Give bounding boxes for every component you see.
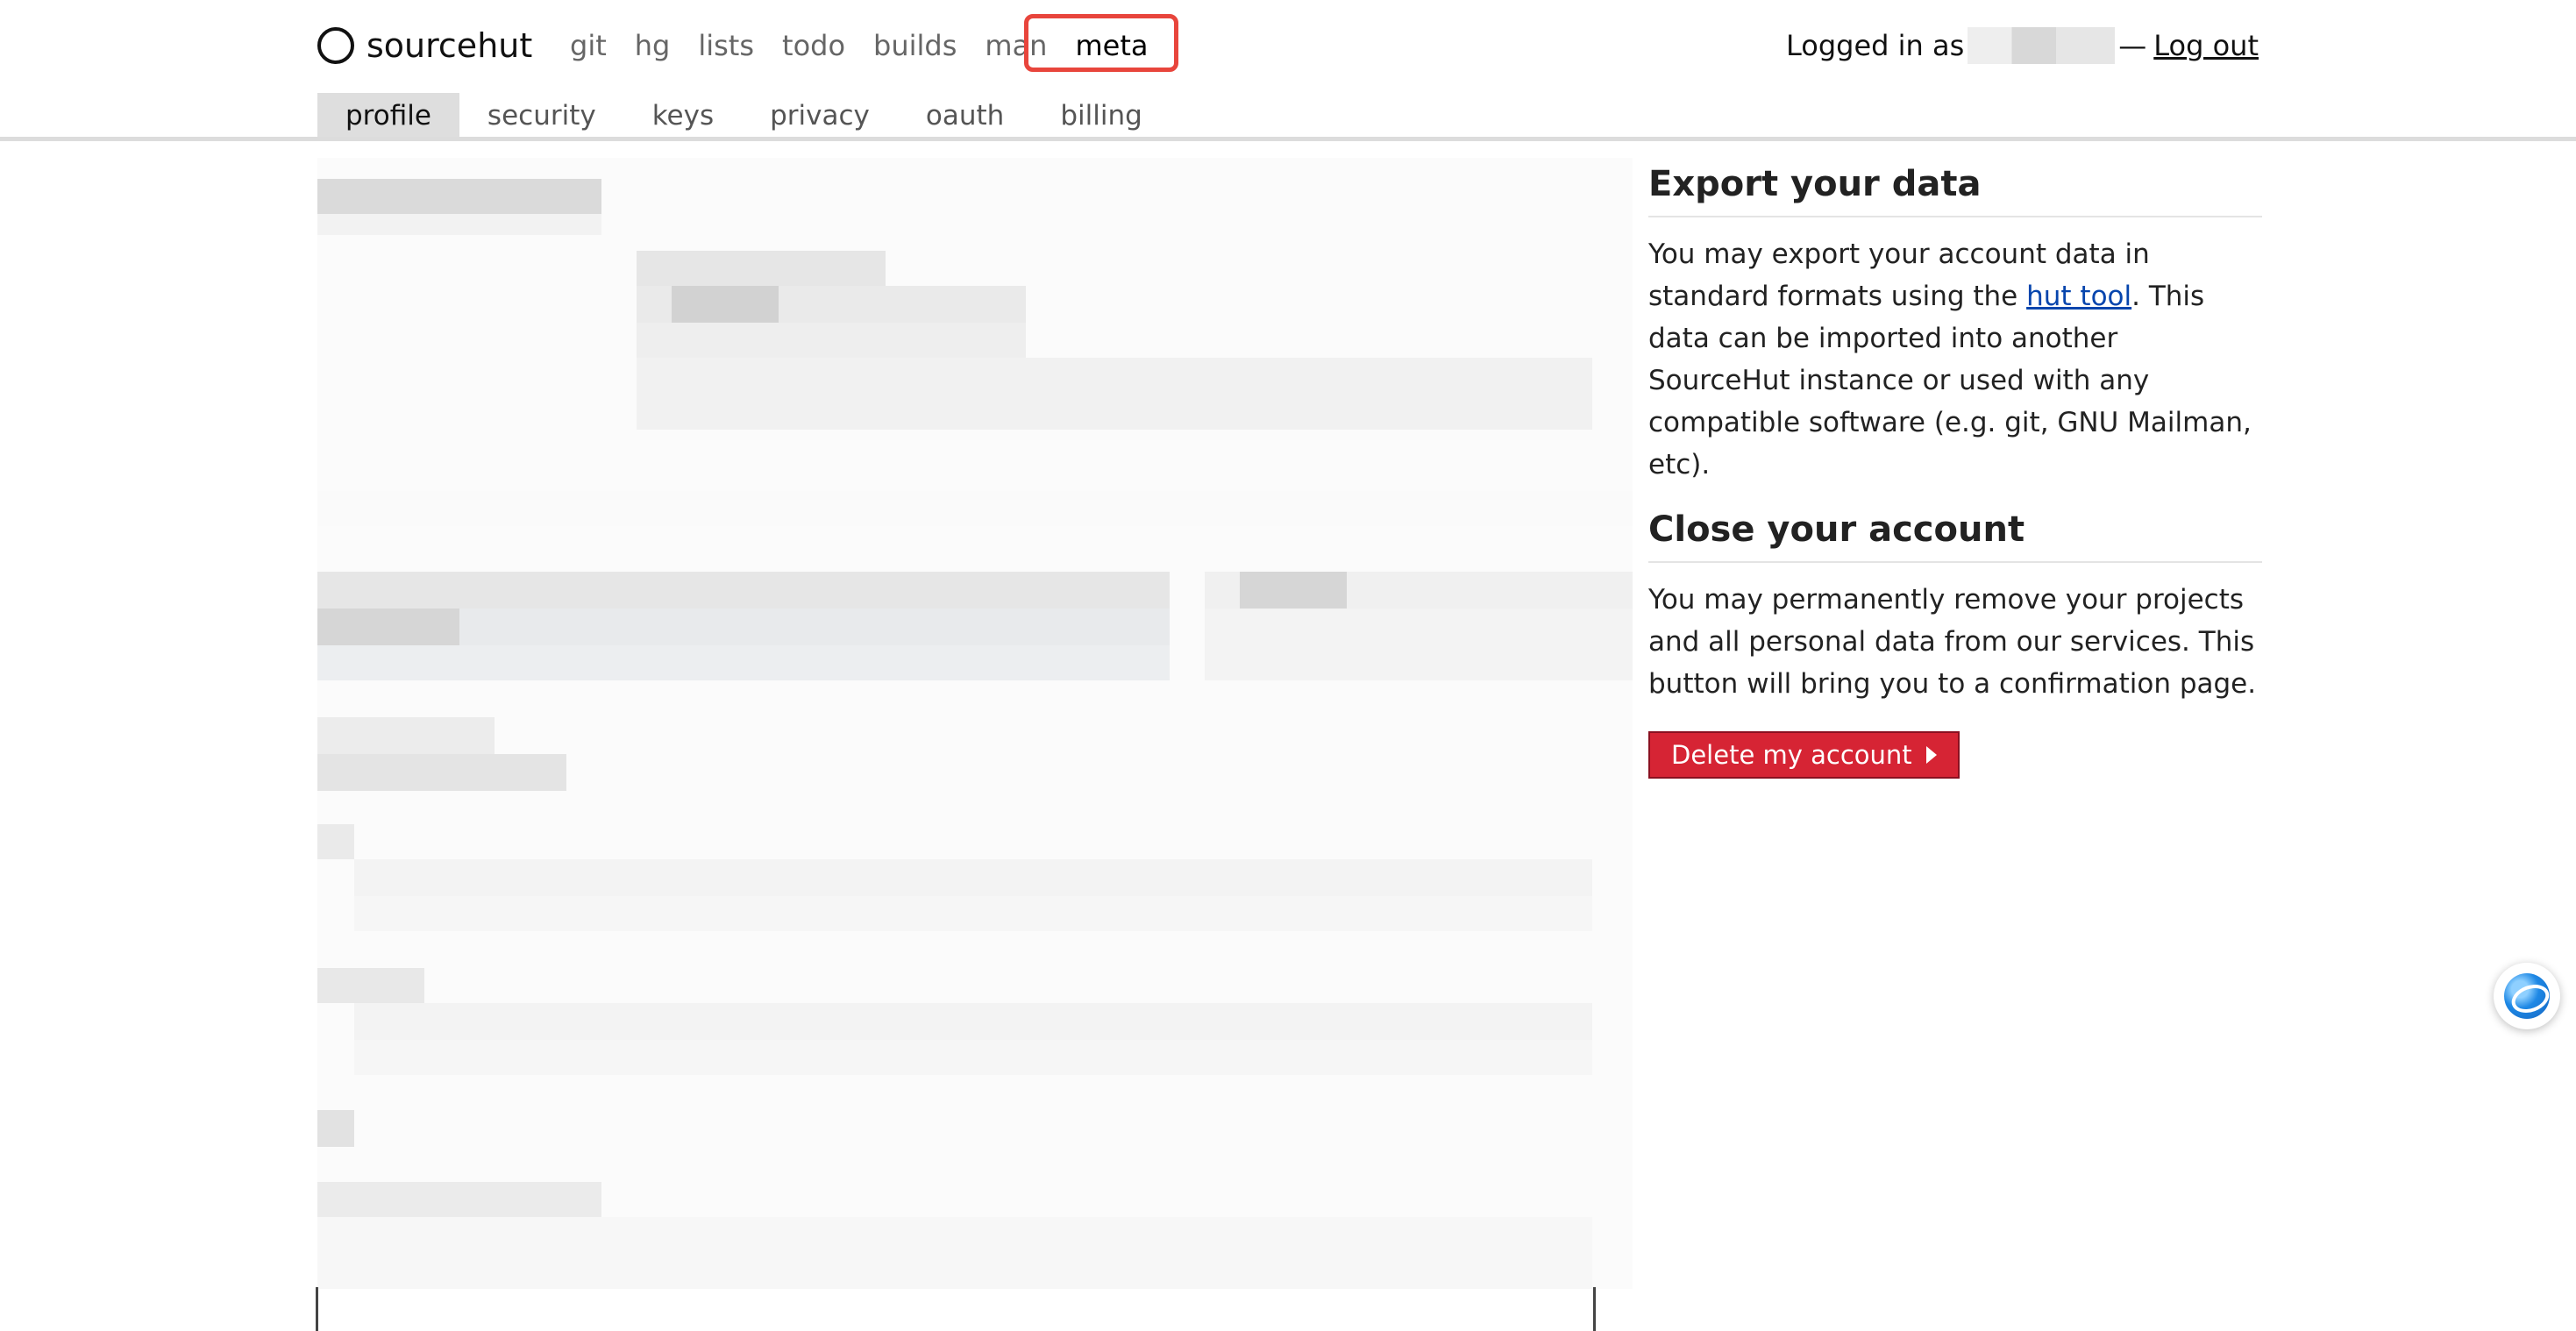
tab-keys[interactable]: keys <box>624 93 742 139</box>
login-status: Logged in as — Log out <box>1786 23 2259 68</box>
brand-link[interactable]: sourcehut <box>317 23 532 68</box>
redacted-block <box>317 1182 601 1217</box>
login-prefix: Logged in as <box>1786 29 1965 62</box>
export-description: You may export your account data in stan… <box>1648 233 2262 486</box>
logout-link[interactable]: Log out <box>2153 29 2259 62</box>
close-account-description: You may permanently remove your projects… <box>1648 584 2257 700</box>
redacted-profile-form <box>317 158 1633 1289</box>
delete-account-label: Delete my account <box>1671 740 1912 770</box>
redacted-block <box>637 358 1592 430</box>
nav-git[interactable]: git <box>570 23 607 68</box>
tab-billing[interactable]: billing <box>1032 93 1170 139</box>
nav-divider <box>0 137 2576 141</box>
redacted-block <box>672 286 779 323</box>
caret-right-icon <box>1925 746 1937 764</box>
export-heading: Export your data <box>1648 163 2262 217</box>
brand-name: sourcehut <box>366 26 533 65</box>
tab-security[interactable]: security <box>459 93 624 139</box>
redacted-block <box>354 896 1592 931</box>
nav-hg[interactable]: hg <box>635 23 671 68</box>
redacted-block <box>1205 609 1633 680</box>
redacted-block <box>1240 572 1347 609</box>
redacted-block <box>354 859 1592 896</box>
tab-privacy[interactable]: privacy <box>742 93 898 139</box>
redacted-block <box>317 179 601 214</box>
redacted-block <box>354 1003 1592 1040</box>
redacted-block <box>354 1040 1592 1075</box>
nav-builds[interactable]: builds <box>873 23 957 68</box>
account-sidebar: Export your data You may export your acc… <box>1648 163 2262 779</box>
close-account-heading: Close your account <box>1648 509 2262 563</box>
nav-lists[interactable]: lists <box>698 23 754 68</box>
redacted-block <box>317 1217 1592 1289</box>
redacted-block <box>637 251 886 286</box>
redacted-block <box>317 491 1633 526</box>
redacted-block <box>317 1110 354 1147</box>
redacted-block <box>317 824 354 859</box>
redacted-block <box>317 609 459 645</box>
redacted-block <box>317 572 1170 609</box>
assistant-orb-inner <box>2504 973 2550 1019</box>
redacted-block <box>317 968 424 1003</box>
redacted-block <box>317 214 601 235</box>
meta-highlight-box <box>1024 14 1178 72</box>
form-border-left <box>316 1287 318 1331</box>
delete-account-button[interactable]: Delete my account <box>1648 731 1960 779</box>
login-separator: — <box>2118 29 2147 62</box>
redacted-block <box>637 323 1026 358</box>
tab-oauth[interactable]: oauth <box>898 93 1032 139</box>
circle-logo-icon <box>317 27 354 64</box>
assistant-orb-icon[interactable] <box>2494 963 2560 1029</box>
redacted-username <box>1968 27 2116 64</box>
redacted-block <box>317 645 1170 680</box>
tab-profile[interactable]: profile <box>317 93 459 139</box>
profile-subnav: profile security keys privacy oauth bill… <box>317 93 1171 139</box>
form-border-right <box>1593 1287 1596 1331</box>
hut-tool-link[interactable]: hut tool <box>2026 281 2131 312</box>
redacted-block <box>317 754 566 791</box>
nav-todo[interactable]: todo <box>782 23 845 68</box>
redacted-block <box>317 717 495 754</box>
top-navbar: sourcehut git hg lists todo builds man m… <box>0 0 2576 141</box>
